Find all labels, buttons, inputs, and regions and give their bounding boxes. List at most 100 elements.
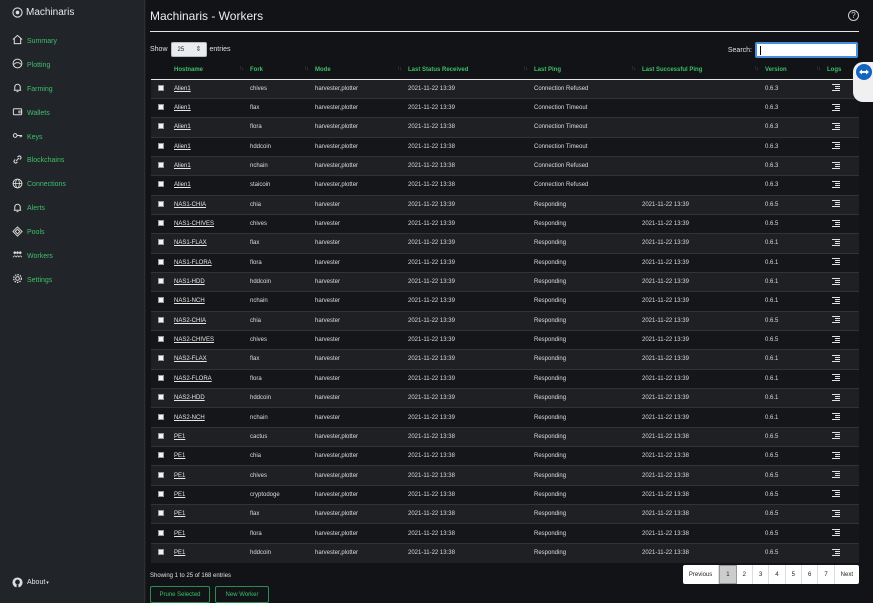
column-header-version[interactable]: Version ↑↓	[762, 62, 824, 80]
row-checkbox[interactable]	[158, 490, 164, 497]
logs-icon[interactable]	[832, 200, 840, 208]
hostname-link[interactable]: Alien1	[174, 182, 191, 188]
pagination-page[interactable]: 5	[786, 565, 802, 584]
pagination-page[interactable]: 2	[737, 565, 753, 584]
teamviewer-tab[interactable]	[853, 62, 873, 102]
hostname-link[interactable]: NAS1-FLORA	[174, 260, 212, 266]
hostname-link[interactable]: NAS2-FLAX	[174, 356, 207, 362]
row-checkbox[interactable]	[158, 471, 164, 478]
logs-icon[interactable]	[832, 354, 840, 362]
row-checkbox[interactable]	[158, 239, 164, 246]
pagination-page[interactable]: 7	[818, 565, 835, 584]
sidebar-item-pools[interactable]: Pools	[0, 219, 144, 243]
row-checkbox[interactable]	[158, 336, 164, 343]
logs-icon[interactable]	[832, 238, 840, 246]
row-checkbox[interactable]	[158, 200, 164, 207]
sidebar-item-blockchains[interactable]: Blockchains	[0, 147, 144, 171]
pagination-page[interactable]: 3	[753, 565, 770, 584]
hostname-link[interactable]: PE1	[174, 492, 185, 498]
pagination-previous[interactable]: Previous	[683, 565, 720, 584]
logs-icon[interactable]	[832, 122, 840, 130]
sidebar-item-connections[interactable]: Connections	[0, 171, 144, 195]
row-checkbox[interactable]	[158, 162, 164, 169]
pagination-page[interactable]: 1	[719, 565, 737, 584]
sidebar-item-keys[interactable]: Keys	[0, 124, 144, 148]
sidebar-item-farming[interactable]: Farming	[0, 76, 144, 100]
hostname-link[interactable]: NAS1-FLAX	[174, 240, 207, 246]
logs-icon[interactable]	[832, 335, 840, 343]
column-header-fork[interactable]: Fork ↑↓	[247, 62, 312, 80]
logs-icon[interactable]	[832, 471, 840, 479]
logs-icon[interactable]	[832, 296, 840, 304]
row-checkbox[interactable]	[158, 394, 164, 401]
about-menu[interactable]: About ▾	[12, 577, 49, 588]
row-checkbox[interactable]	[158, 84, 164, 91]
hostname-link[interactable]: NAS2-CHIVES	[174, 337, 214, 343]
hostname-link[interactable]: Alien1	[174, 105, 191, 111]
pagination-page[interactable]: 6	[802, 565, 819, 584]
row-checkbox[interactable]	[158, 529, 164, 536]
logs-icon[interactable]	[832, 529, 840, 537]
column-header-mode[interactable]: Mode ↑↓	[312, 62, 405, 80]
sidebar-item-settings[interactable]: Settings	[0, 267, 144, 291]
hostname-link[interactable]: NAS1-NCH	[174, 298, 205, 304]
row-checkbox[interactable]	[158, 432, 164, 439]
pagination-next[interactable]: Next	[835, 565, 859, 584]
hostname-link[interactable]: Alien1	[174, 124, 191, 130]
row-checkbox[interactable]	[158, 413, 164, 420]
row-checkbox[interactable]	[158, 123, 164, 130]
logs-icon[interactable]	[832, 258, 840, 266]
logs-icon[interactable]	[832, 161, 840, 169]
search-input[interactable]	[755, 42, 858, 58]
hostname-link[interactable]: Alien1	[174, 86, 191, 92]
hostname-link[interactable]: PE1	[174, 434, 185, 440]
column-header-last-successful-ping[interactable]: Last Successful Ping ↑↓	[639, 62, 762, 80]
row-checkbox[interactable]	[158, 220, 164, 227]
logs-icon[interactable]	[832, 509, 840, 517]
hostname-link[interactable]: PE1	[174, 473, 185, 479]
pagination-page[interactable]: 4	[769, 565, 786, 584]
logs-icon[interactable]	[832, 393, 840, 401]
row-checkbox[interactable]	[158, 142, 164, 149]
logs-icon[interactable]	[832, 451, 840, 459]
row-checkbox[interactable]	[158, 452, 164, 459]
row-checkbox[interactable]	[158, 316, 164, 323]
logs-icon[interactable]	[832, 219, 840, 227]
page-length-select[interactable]: 25 ⇕	[170, 42, 207, 57]
hostname-link[interactable]: NAS2-HDD	[174, 395, 205, 401]
row-checkbox[interactable]	[158, 258, 164, 265]
logs-icon[interactable]	[832, 142, 840, 150]
help-icon[interactable]: ?	[848, 10, 859, 21]
logs-icon[interactable]	[832, 413, 840, 421]
prune-selected-button[interactable]: Prune Selected	[150, 586, 210, 603]
hostname-link[interactable]: NAS1-CHIVES	[174, 221, 214, 227]
sidebar-item-plotting[interactable]: Plotting	[0, 52, 144, 76]
row-checkbox[interactable]	[158, 297, 164, 304]
hostname-link[interactable]: NAS1-HDD	[174, 279, 205, 285]
logs-icon[interactable]	[832, 432, 840, 440]
logs-icon[interactable]	[832, 84, 840, 92]
logs-icon[interactable]	[832, 103, 840, 111]
row-checkbox[interactable]	[158, 374, 164, 381]
sidebar-item-alerts[interactable]: Alerts	[0, 195, 144, 219]
hostname-link[interactable]: NAS2-CHIA	[174, 318, 206, 324]
row-checkbox[interactable]	[158, 355, 164, 362]
hostname-link[interactable]: NAS2-FLORA	[174, 376, 212, 382]
logs-icon[interactable]	[832, 277, 840, 285]
hostname-link[interactable]: PE1	[174, 531, 185, 537]
row-checkbox[interactable]	[158, 549, 164, 556]
hostname-link[interactable]: PE1	[174, 511, 185, 517]
row-checkbox[interactable]	[158, 181, 164, 188]
row-checkbox[interactable]	[158, 104, 164, 111]
hostname-link[interactable]: Alien1	[174, 144, 191, 150]
brand[interactable]: Machinaris	[0, 0, 144, 24]
hostname-link[interactable]: PE1	[174, 453, 185, 459]
hostname-link[interactable]: Alien1	[174, 163, 191, 169]
column-header-hostname[interactable]: Hostname ↑↓	[171, 62, 247, 80]
sidebar-item-workers[interactable]: Workers	[0, 243, 144, 267]
row-checkbox[interactable]	[158, 278, 164, 285]
logs-icon[interactable]	[832, 548, 840, 556]
hostname-link[interactable]: NAS1-CHIA	[174, 202, 206, 208]
logs-icon[interactable]	[832, 374, 840, 382]
hostname-link[interactable]: PE1	[174, 550, 185, 556]
